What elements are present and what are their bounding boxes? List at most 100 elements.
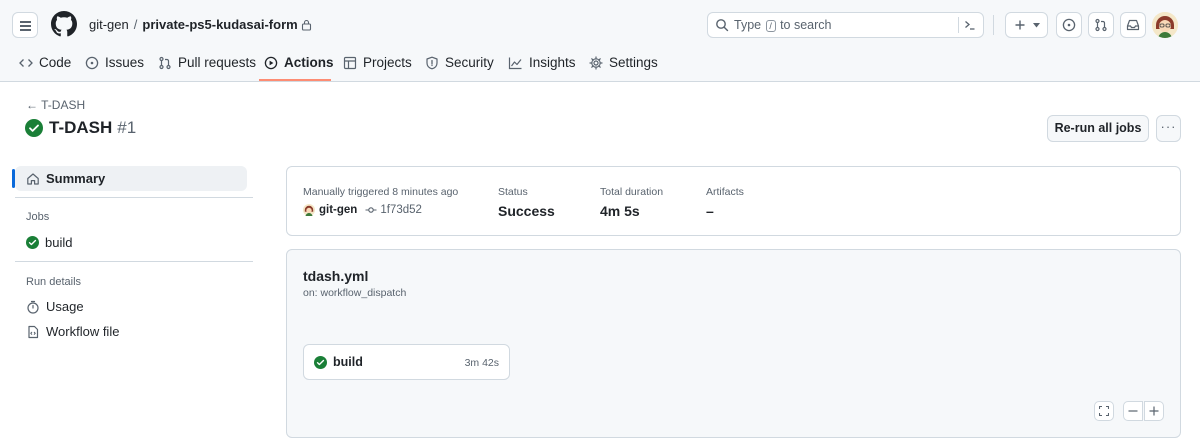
plus-icon	[1149, 406, 1159, 416]
artifacts-label: Artifacts	[706, 186, 744, 198]
check-circle-icon	[314, 356, 327, 369]
zoom-out-button[interactable]	[1123, 401, 1143, 421]
home-icon	[26, 172, 40, 186]
run-number: #1	[117, 118, 137, 137]
run-details-heading: Run details	[26, 276, 82, 288]
triangle-down-icon	[1033, 23, 1040, 28]
sidebar-summary-link[interactable]: Summary	[26, 171, 105, 186]
search-placeholder: Type / to search	[734, 18, 832, 32]
tab-pull-requests[interactable]: Pull requests	[158, 48, 256, 82]
tab-settings-label: Settings	[609, 55, 658, 70]
command-palette-icon[interactable]	[963, 18, 977, 32]
plus-icon	[1015, 20, 1025, 30]
inbox-icon	[1126, 19, 1140, 31]
tab-projects[interactable]: Projects	[343, 48, 412, 82]
check-circle-icon	[25, 119, 43, 137]
issues-button[interactable]	[1056, 12, 1082, 38]
gear-icon	[589, 56, 603, 70]
artifacts-value: –	[706, 203, 714, 219]
job-duration: 3m 42s	[464, 357, 499, 369]
page-title: T-DASH #1	[25, 118, 136, 138]
shield-icon	[425, 56, 439, 70]
run-title: T-DASH	[49, 118, 113, 137]
search-key-hint: /	[765, 20, 776, 32]
status-label: Status	[498, 186, 528, 198]
sidebar-divider	[15, 197, 253, 198]
back-to-workflow-link[interactable]: ← T-DASH	[26, 98, 85, 112]
active-tab-indicator	[259, 79, 331, 81]
git-pull-request-icon	[1095, 18, 1107, 32]
arrow-left-icon: ←	[26, 98, 38, 112]
user-avatar[interactable]	[1152, 12, 1178, 38]
pull-requests-button[interactable]	[1088, 12, 1114, 38]
sidebar-divider	[15, 261, 253, 262]
table-icon	[343, 56, 357, 70]
rerun-all-jobs-button[interactable]: Re-run all jobs	[1047, 115, 1149, 142]
search-placeholder-before: Type	[734, 18, 762, 32]
header-divider	[993, 15, 994, 35]
sidebar-active-indicator	[12, 169, 15, 188]
app-header: git-gen / private-ps5-kudasai-form Type / …	[0, 0, 1200, 82]
avatar-image-icon	[1152, 12, 1178, 38]
sidebar-summary-label: Summary	[46, 171, 106, 186]
repo-owner-link[interactable]: git-gen	[89, 17, 129, 32]
sidebar-item-usage[interactable]: Usage	[26, 299, 84, 314]
tab-insights[interactable]: Insights	[508, 48, 576, 82]
commit-link[interactable]: 1f73d52	[365, 204, 422, 216]
search-placeholder-after: to search	[780, 18, 832, 32]
pull-request-icon	[158, 56, 172, 70]
tab-actions[interactable]: Actions	[264, 48, 334, 82]
job-card-build[interactable]: build 3m 42s	[303, 344, 510, 380]
stopwatch-icon	[26, 300, 40, 314]
jobs-heading: Jobs	[26, 211, 50, 223]
git-commit-icon	[365, 207, 377, 213]
tab-issues-label: Issues	[105, 55, 145, 70]
dash-icon	[1128, 410, 1138, 412]
workflow-trigger: on: workflow_dispatch	[303, 287, 407, 299]
menu-icon[interactable]	[12, 12, 38, 38]
file-code-icon	[26, 325, 40, 339]
breadcrumb: git-gen / private-ps5-kudasai-form	[89, 16, 312, 33]
search-input[interactable]: Type / to search	[707, 12, 984, 38]
issue-icon	[85, 56, 99, 70]
tab-security[interactable]: Security	[425, 48, 494, 82]
tab-issues[interactable]: Issues	[85, 48, 144, 82]
sidebar-job-label: build	[45, 235, 73, 250]
sidebar-item-build[interactable]: build	[26, 235, 72, 250]
trigger-label: Manually triggered 8 minutes ago	[303, 186, 459, 198]
repo-nav: Code Issues Pull requests Actions Projec…	[0, 48, 1200, 82]
tab-insights-label: Insights	[529, 55, 576, 70]
commit-sha: 1f73d52	[380, 204, 422, 216]
tab-projects-label: Projects	[363, 55, 412, 70]
tab-code[interactable]: Code	[19, 48, 71, 82]
graph-icon	[508, 56, 523, 70]
more-options-button[interactable]: ···	[1156, 115, 1181, 142]
run-summary-card: Manually triggered 8 minutes ago git-gen…	[286, 166, 1181, 236]
actor-avatar-icon	[303, 204, 315, 216]
breadcrumb-separator: /	[133, 17, 138, 32]
inbox-button[interactable]	[1120, 12, 1146, 38]
create-new-button[interactable]	[1005, 12, 1048, 38]
lock-icon	[301, 19, 311, 31]
search-icon	[716, 19, 729, 32]
github-logo-icon[interactable]	[51, 11, 77, 37]
job-name: build	[333, 355, 363, 369]
repo-name-link[interactable]: private-ps5-kudasai-form	[142, 17, 297, 32]
play-icon	[264, 56, 278, 70]
sidebar-workflow-file-label: Workflow file	[46, 324, 120, 339]
back-link-label: T-DASH	[41, 98, 86, 112]
duration-label: Total duration	[600, 186, 664, 198]
tab-settings[interactable]: Settings	[589, 48, 658, 82]
issue-opened-icon	[1062, 18, 1076, 32]
actor-name-link[interactable]: git-gen	[319, 204, 357, 216]
zoom-in-button[interactable]	[1144, 401, 1164, 421]
status-value: Success	[498, 203, 555, 219]
workflow-graph: tdash.yml on: workflow_dispatch build 3m…	[286, 249, 1181, 438]
tab-security-label: Security	[445, 55, 494, 70]
tab-actions-label: Actions	[284, 55, 334, 70]
search-divider	[958, 17, 959, 33]
code-icon	[19, 56, 33, 70]
tab-pull-requests-label: Pull requests	[178, 55, 257, 70]
fullscreen-button[interactable]	[1094, 401, 1114, 421]
sidebar-item-workflow-file[interactable]: Workflow file	[26, 324, 119, 339]
